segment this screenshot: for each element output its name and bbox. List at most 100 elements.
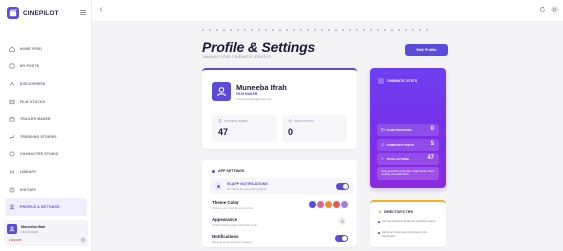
bullet-icon [212, 169, 215, 173]
stat-label: SHOTS POSTS [288, 119, 314, 123]
swatch-orange[interactable] [325, 201, 332, 208]
decorative-dots [202, 29, 428, 32]
bolt-icon [381, 157, 384, 161]
sidebar-item-label: LIBRARY [20, 169, 37, 174]
sidebar-item-label: MY POSTS [20, 64, 40, 69]
brand[interactable]: CINEPILOT [7, 7, 59, 19]
sidebar-item-trending-stories[interactable]: TRENDING STORIES [5, 128, 87, 146]
stat-row: FILMS PRODUCED 0 [377, 124, 439, 136]
back-arrow-icon[interactable] [98, 6, 105, 13]
profile-role: FILM MAKER [236, 92, 258, 96]
stat-row: COMMUNITY POSTS 5 [377, 139, 439, 151]
lightbulb-icon [378, 210, 382, 214]
stat-label: COMMUNITY POSTS [381, 143, 414, 147]
menu-icon[interactable] [80, 10, 86, 16]
swatch-purple[interactable] [309, 201, 316, 208]
stats-note: Keep great film work with a bright futur… [377, 167, 439, 180]
directors-tips-card: DIRECTOR'S TIPS Use the Character Studio… [370, 200, 446, 247]
sidebar-item-label: HOME FEED [20, 46, 42, 51]
sidebar-item-home-feed[interactable]: HOME FEED [5, 40, 87, 58]
history-icon [9, 187, 15, 192]
stat-card: CONTENT SAVED 47 [212, 115, 277, 142]
in-app-notifications-row: IN-APP NOTIFICATIONS Get alerts for cine… [210, 178, 353, 194]
stat-value: 47 [218, 127, 229, 137]
bookmark-icon [218, 119, 222, 123]
gear-icon[interactable] [80, 237, 86, 243]
swatch-lavender[interactable] [341, 201, 348, 208]
stat-card: SHOTS POSTS 0 [282, 115, 347, 142]
character-icon [9, 151, 15, 157]
appearance-row: Appearance Switch between light and dark… [212, 217, 352, 227]
sidebar-item-history[interactable]: HISTORY [5, 181, 87, 199]
share-icon [288, 119, 292, 123]
film-icon [381, 128, 385, 132]
settings-title: APP SETTINGS [212, 169, 244, 173]
swatch-pink[interactable] [317, 201, 324, 208]
settings-card: APP SETTINGS IN-APP NOTIFICATIONS Get al… [202, 160, 357, 247]
in-app-notifications-toggle[interactable] [336, 182, 349, 190]
sun-icon[interactable] [338, 217, 346, 225]
sidebar-item-label: DISCOVERIES [20, 81, 46, 86]
user-icon [9, 226, 15, 232]
sidebar-item-trailer-maker[interactable]: TRAILER MAKER [5, 110, 87, 128]
sidebar-item-discoveries[interactable]: DISCOVERIES [5, 75, 87, 93]
page-subtitle: MANAGE YOUR CINEMATIC IDENTITY [203, 55, 272, 59]
user-role: FILM MAKER [21, 230, 39, 234]
tip-item: Use the Character Studio for consistent … [378, 220, 440, 224]
posts-icon [9, 63, 15, 69]
settings-icon[interactable] [551, 6, 558, 13]
sidebar: CINEPILOT HOME FEED MY POSTS DISCOVERIES… [0, 0, 92, 251]
user-name: Muneeba Ifrah [21, 225, 46, 229]
tips-title: DIRECTOR'S TIPS [378, 210, 413, 214]
trending-icon [9, 134, 15, 139]
cinematic-stats-card: CINEMATIC STATS FILMS PRODUCED 0 COMMUNI… [370, 68, 446, 188]
stats-title: CINEMATIC STATS [378, 78, 417, 84]
avatar [212, 82, 231, 101]
brand-name: CINEPILOT [23, 9, 59, 17]
swatch-red[interactable] [333, 201, 340, 208]
notifications-label: Notifications [212, 234, 239, 239]
user-icon [217, 87, 226, 97]
sidebar-item-label: FILM STOCKS [20, 99, 46, 104]
tip-item: Refine and save great shot plans in the … [378, 231, 440, 238]
avatar [7, 224, 17, 234]
refresh-icon[interactable] [539, 6, 546, 13]
clapper-icon [9, 116, 15, 122]
community-icon [381, 143, 385, 147]
notifications-toggle[interactable] [335, 235, 348, 242]
edit-profile-button[interactable]: Edit Profile [405, 44, 448, 56]
sidebar-item-label: PROFILE & SETTINGS [20, 205, 60, 210]
film-icon [9, 99, 15, 104]
sidebar-item-character-studio[interactable]: CHARACTER STUDIO [5, 146, 87, 164]
notifications-label: IN-APP NOTIFICATIONS [227, 181, 268, 186]
chart-icon [378, 78, 384, 84]
sidebar-nav: HOME FEED MY POSTS DISCOVERIES FILM STOC… [5, 40, 87, 216]
sidebar-item-library[interactable]: LIBRARY [5, 163, 87, 181]
stat-label: FILMS PRODUCED [381, 128, 412, 132]
sidebar-item-label: TRENDING STORIES [20, 134, 57, 139]
user-icon [9, 204, 15, 210]
sidebar-item-label: CHARACTER STUDIO [20, 152, 59, 157]
stat-value: 47 [427, 155, 434, 161]
appearance-label: Appearance [212, 217, 238, 222]
sidebar-item-my-posts[interactable]: MY POSTS [5, 58, 87, 76]
stat-value: 0 [288, 127, 294, 137]
user-card[interactable]: Muneeba Ifrah FILM MAKER LOGOUT [4, 220, 88, 246]
theme-color-row: Theme Color Choose your favorite accent … [212, 200, 352, 210]
home-icon [9, 46, 15, 52]
profile-email: muneeba.ifrah@gmail.com [236, 97, 272, 101]
notifications-row: Notifications Manage email and alert upd… [212, 234, 352, 244]
profile-card: Muneeba Ifrah FILM MAKER muneeba.ifrah@g… [202, 68, 357, 149]
logout-button[interactable]: LOGOUT [9, 238, 22, 242]
stat-value: 5 [430, 141, 434, 147]
page-title: Profile & Settings [202, 39, 316, 55]
stat-value: 0 [430, 126, 434, 132]
compass-icon [9, 81, 15, 86]
color-swatches [309, 201, 348, 208]
stat-label: TOTAL ACTIONS [381, 157, 409, 161]
clapper-logo-icon [7, 7, 19, 19]
library-icon [9, 170, 15, 174]
notifications-desc: Get alerts for cinematic insights [227, 186, 267, 191]
sidebar-item-film-stocks[interactable]: FILM STOCKS [5, 93, 87, 111]
sidebar-item-profile-settings[interactable]: PROFILE & SETTINGS [5, 198, 87, 216]
